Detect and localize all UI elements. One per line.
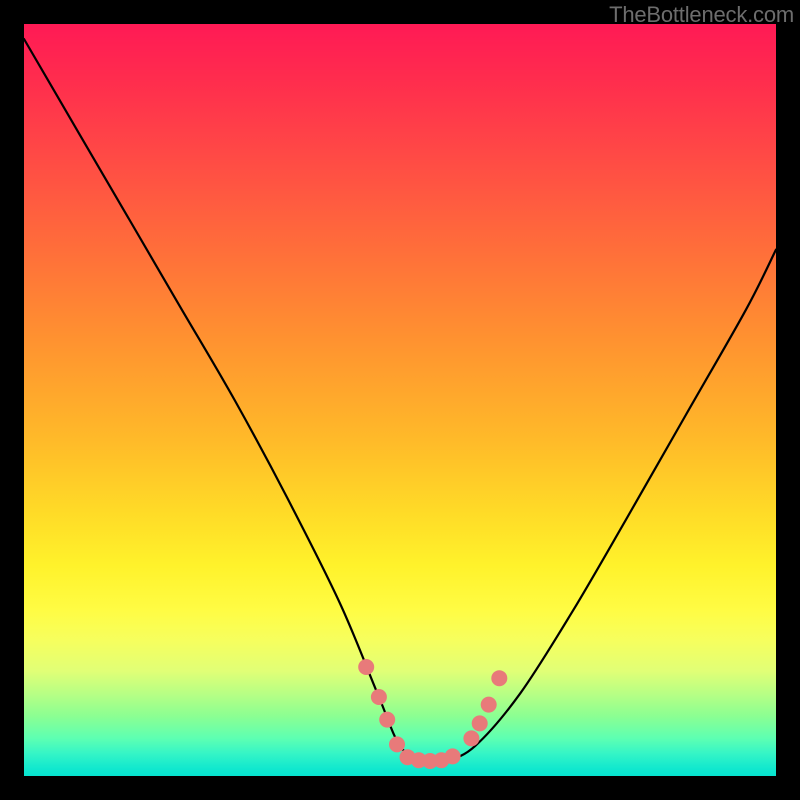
highlight-dot — [445, 748, 461, 764]
highlight-dots-group — [358, 659, 507, 769]
highlight-dot — [481, 697, 497, 713]
highlight-dot — [371, 689, 387, 705]
highlight-dot — [463, 730, 479, 746]
chart-frame: TheBottleneck.com — [0, 0, 800, 800]
highlight-dot — [491, 670, 507, 686]
highlight-dot — [358, 659, 374, 675]
bottleneck-curve — [24, 39, 776, 763]
curve-layer — [24, 24, 776, 776]
highlight-dot — [389, 736, 405, 752]
plot-area — [24, 24, 776, 776]
watermark-text: TheBottleneck.com — [609, 2, 794, 28]
highlight-dot — [379, 712, 395, 728]
highlight-dot — [472, 715, 488, 731]
